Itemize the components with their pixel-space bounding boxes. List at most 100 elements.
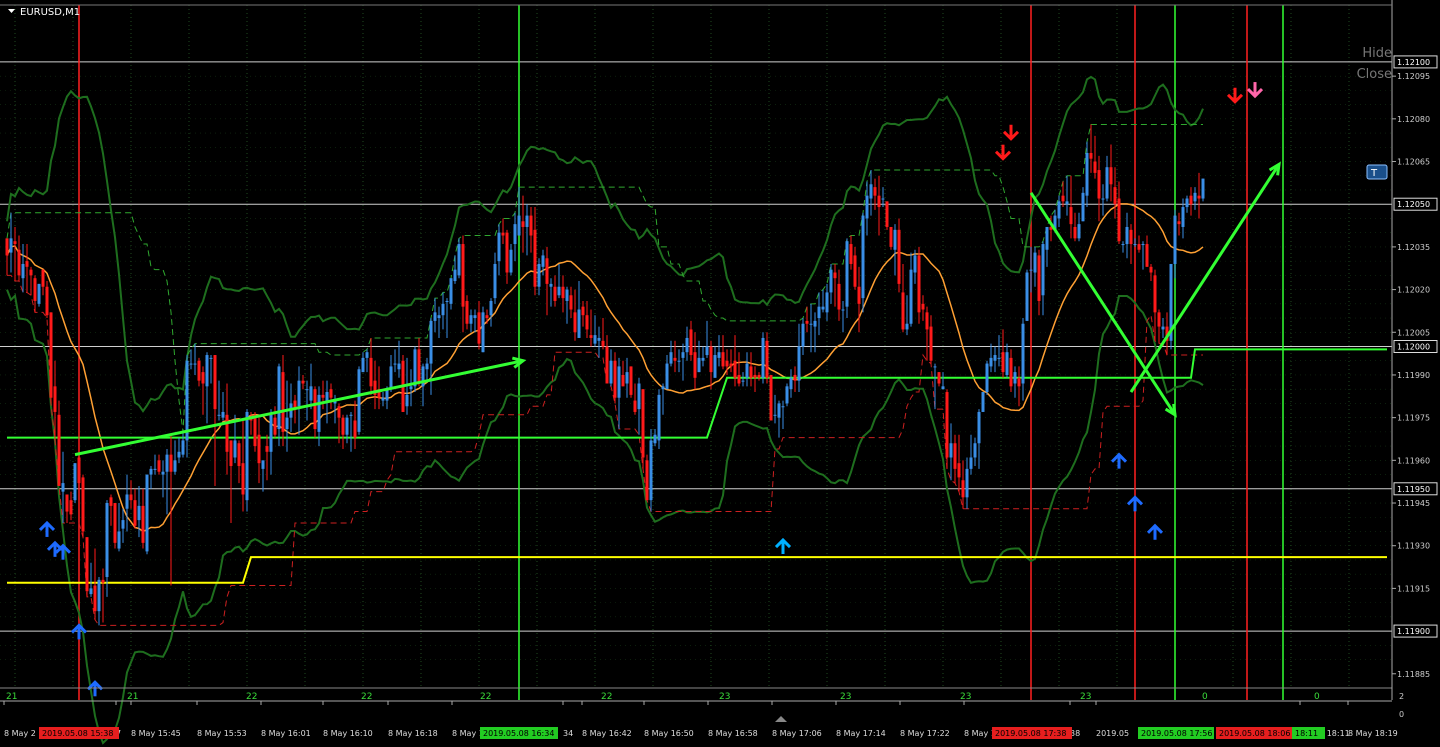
- bull-candle-body: [797, 346, 801, 381]
- price-box-label: 1.11950: [1397, 485, 1430, 494]
- bear-candle-body: [477, 312, 481, 344]
- bear-candle-body: [1157, 312, 1161, 327]
- time-tag-label: 2019.05.08 15:38: [42, 729, 113, 738]
- bear-candle-body: [601, 340, 605, 347]
- bull-candle-body: [649, 440, 653, 501]
- price-box-label: 1.12050: [1397, 200, 1430, 209]
- subwindow-label: 23: [1080, 692, 1091, 702]
- bear-candle-body: [945, 392, 949, 458]
- bull-candle-body: [1141, 244, 1145, 246]
- bull-candle-body: [137, 505, 141, 521]
- bull-candle-body: [669, 352, 673, 364]
- bear-candle-body: [857, 286, 861, 304]
- bull-candle-body: [713, 355, 717, 378]
- bear-candle-body: [1073, 226, 1077, 239]
- hide-button[interactable]: Hide: [1362, 46, 1392, 61]
- bear-candle-body: [581, 306, 585, 316]
- bull-candle-body: [357, 369, 361, 432]
- price-label: 1.11915: [1397, 584, 1430, 593]
- bull-candle-body: [677, 360, 681, 362]
- price-label: 1.12080: [1397, 115, 1430, 124]
- close-button[interactable]: Close: [1357, 67, 1392, 82]
- bull-candle-body: [493, 263, 497, 299]
- time-tag-label: 2019.05.08 17:38: [995, 729, 1066, 738]
- bull-candle-body: [489, 300, 493, 316]
- time-label: 8 May 16:01: [261, 729, 311, 738]
- bear-candle-body: [1149, 266, 1153, 273]
- time-label: 8 May 16:10: [323, 729, 373, 738]
- trade-level-text: T: [1370, 168, 1378, 179]
- bear-candle-body: [169, 454, 173, 472]
- price-label: 1.11930: [1397, 542, 1430, 551]
- bear-candle-body: [733, 360, 737, 378]
- time-tag-label: 2019.05.08 17:56: [1141, 729, 1212, 738]
- bear-candle-body: [833, 272, 837, 279]
- bear-candle-body: [29, 269, 33, 276]
- bear-candle-body: [265, 446, 269, 452]
- bull-candle-body: [1185, 198, 1189, 208]
- bull-candle-body: [381, 397, 385, 401]
- bear-candle-body: [329, 389, 333, 398]
- bear-candle-body: [561, 286, 565, 299]
- bull-candle-body: [125, 494, 129, 509]
- trade-level-label[interactable]: T: [1366, 164, 1388, 180]
- bull-candle-body: [865, 195, 869, 219]
- bull-candle-body: [861, 215, 865, 299]
- bull-candle-body: [537, 263, 541, 287]
- bear-candle-body: [313, 389, 317, 430]
- bull-candle-body: [1133, 244, 1137, 246]
- bear-candle-body: [201, 372, 205, 384]
- bear-candle-body: [141, 505, 145, 543]
- bear-candle-body: [369, 357, 373, 387]
- bear-candle-body: [929, 326, 933, 361]
- bear-candle-body: [729, 363, 733, 367]
- bull-candle-body: [949, 443, 953, 458]
- bear-candle-body: [237, 443, 241, 467]
- bear-candle-body: [1137, 244, 1141, 250]
- bull-candle-body: [409, 386, 413, 390]
- bear-candle-body: [621, 374, 625, 387]
- bull-candle-body: [977, 411, 981, 444]
- bull-candle-body: [221, 411, 225, 418]
- bull-candle-body: [565, 289, 569, 301]
- bull-candle-body: [469, 315, 473, 324]
- bull-candle-body: [965, 468, 969, 498]
- bear-candle-body: [953, 443, 957, 469]
- bull-candle-body: [1101, 198, 1105, 200]
- bear-candle-body: [533, 229, 537, 287]
- bear-candle-body: [197, 360, 201, 381]
- bear-candle-body: [1097, 170, 1101, 199]
- bear-candle-body: [133, 500, 137, 526]
- bear-candle-body: [81, 477, 85, 532]
- bear-candle-body: [301, 380, 305, 384]
- bull-candle-body: [317, 394, 321, 432]
- price-label: 1.11960: [1397, 456, 1430, 465]
- bear-candle-body: [49, 312, 53, 398]
- chart-canvas[interactable]: 1.12095 1.12080 1.12065 1.12035 1.12020 1.120…: [0, 0, 1440, 747]
- bear-candle-body: [69, 500, 73, 515]
- subwindow-label: 21: [127, 692, 138, 702]
- bear-candle-body: [749, 366, 753, 378]
- bear-candle-body: [1113, 187, 1117, 205]
- subwindow-label: 22: [246, 692, 257, 702]
- subwindow-label: 23: [840, 692, 851, 702]
- bull-candle-body: [453, 269, 457, 282]
- bull-candle-body: [1077, 224, 1081, 239]
- bear-candle-body: [569, 295, 573, 310]
- bear-candle-body: [641, 389, 645, 458]
- bull-candle-body: [941, 386, 945, 390]
- bull-candle-body: [1081, 192, 1085, 222]
- time-label: 8 May 16:58: [708, 729, 758, 738]
- bull-candle-body: [809, 323, 813, 325]
- bull-candle-body: [405, 394, 409, 407]
- bull-candle-body: [161, 471, 165, 475]
- bull-candle-body: [1105, 167, 1109, 199]
- bear-candle-body: [805, 320, 809, 324]
- time-tag-label: 2019.05.08 18:06: [1219, 729, 1290, 738]
- bear-candle-body: [53, 386, 57, 412]
- bull-candle-body: [193, 363, 197, 365]
- time-label: 8 May 17:06: [772, 729, 822, 738]
- bull-candle-body: [905, 323, 909, 330]
- bull-candle-body: [393, 363, 397, 365]
- price-label: 1.12095: [1397, 72, 1430, 81]
